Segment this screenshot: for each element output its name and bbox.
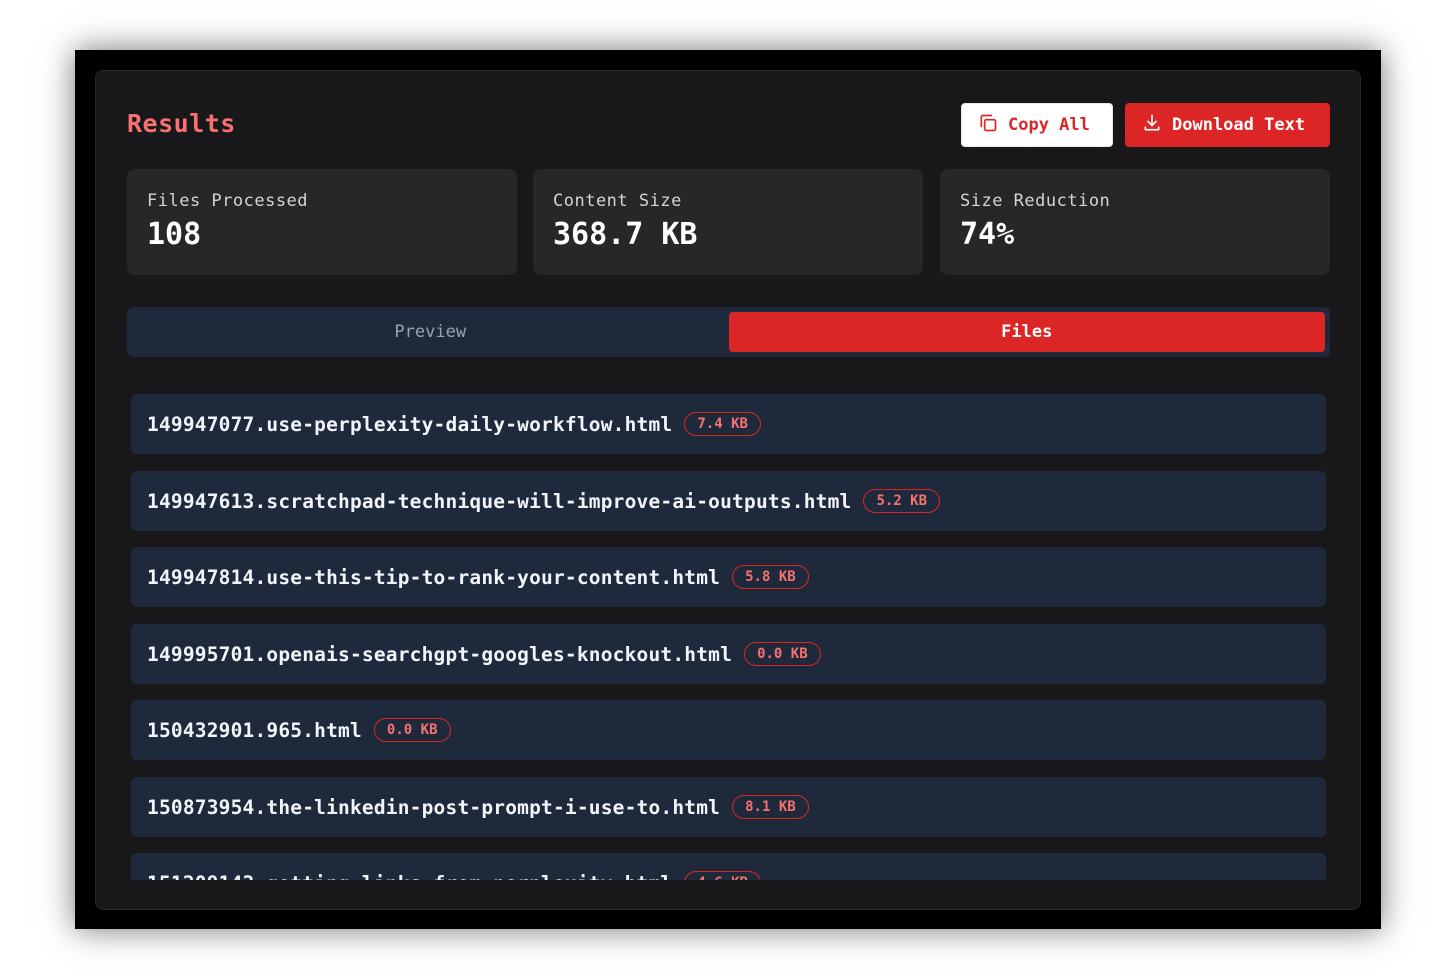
results-panel: Results Copy All Download Text Files Pro…	[95, 70, 1361, 910]
copy-all-button[interactable]: Copy All	[961, 103, 1113, 147]
file-size-badge: 4.6 KB	[684, 871, 761, 880]
stat-label: Files Processed	[147, 191, 309, 211]
file-name: 149947613.scratchpad-technique-will-impr…	[147, 489, 852, 513]
file-list[interactable]: 149947077.use-perplexity-daily-workflow.…	[131, 394, 1326, 880]
window-frame: Results Copy All Download Text Files Pro…	[75, 50, 1381, 929]
copy-all-label: Copy All	[1008, 115, 1090, 135]
file-size-badge: 0.0 KB	[744, 642, 821, 666]
file-row[interactable]: 149947077.use-perplexity-daily-workflow.…	[131, 394, 1326, 454]
download-text-button[interactable]: Download Text	[1125, 103, 1330, 147]
file-row[interactable]: 151209143.getting-links-from-perplexity.…	[131, 853, 1326, 880]
file-size-badge: 8.1 KB	[732, 795, 809, 819]
copy-icon	[978, 113, 998, 138]
file-name: 149947077.use-perplexity-daily-workflow.…	[147, 412, 673, 436]
stat-size-reduction: Size Reduction 74%	[940, 169, 1330, 275]
download-text-label: Download Text	[1172, 115, 1306, 135]
file-name: 150432901.965.html	[147, 718, 362, 742]
stat-label: Size Reduction	[960, 191, 1111, 211]
file-name: 149947814.use-this-tip-to-rank-your-cont…	[147, 565, 721, 589]
file-name: 151209143.getting-links-from-perplexity.…	[147, 872, 672, 881]
file-row[interactable]: 149995701.openais-searchgpt-googles-knoc…	[131, 624, 1326, 684]
stat-value: 108	[147, 217, 202, 252]
file-row[interactable]: 149947814.use-this-tip-to-rank-your-cont…	[131, 547, 1326, 607]
file-name: 149995701.openais-searchgpt-googles-knoc…	[147, 642, 733, 666]
view-tabs: Preview Files	[127, 307, 1330, 357]
download-icon	[1142, 113, 1162, 138]
stat-label: Content Size	[553, 191, 682, 211]
file-size-badge: 7.4 KB	[684, 412, 761, 436]
file-row[interactable]: 150432901.965.html 0.0 KB	[131, 700, 1326, 760]
stat-value: 368.7 KB	[553, 217, 698, 252]
file-size-badge: 5.2 KB	[863, 489, 941, 513]
stat-value: 74%	[960, 217, 1015, 252]
file-size-badge: 0.0 KB	[373, 718, 451, 742]
tab-preview[interactable]: Preview	[132, 312, 729, 352]
stat-content-size: Content Size 368.7 KB	[533, 169, 923, 275]
stat-files-processed: Files Processed 108	[127, 169, 517, 275]
file-row[interactable]: 150873954.the-linkedin-post-prompt-i-use…	[131, 777, 1326, 837]
page-title: Results	[127, 109, 236, 138]
tab-files[interactable]: Files	[728, 312, 1325, 352]
file-name: 150873954.the-linkedin-post-prompt-i-use…	[147, 795, 721, 819]
file-row[interactable]: 149947613.scratchpad-technique-will-impr…	[131, 471, 1326, 531]
file-size-badge: 5.8 KB	[732, 565, 809, 589]
